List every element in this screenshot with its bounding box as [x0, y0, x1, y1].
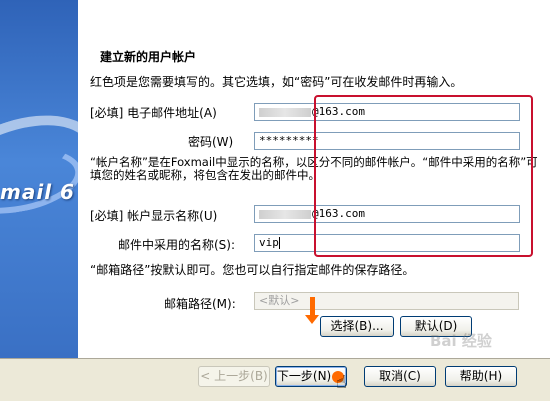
redacted-text [259, 107, 311, 117]
hand-cursor-icon: ☝ [336, 372, 347, 393]
wizard-banner: mail 6 [0, 0, 78, 358]
foxmail-logo-text: mail 6 [0, 180, 75, 204]
email-label: [必填] 电子邮件地址(A) [90, 106, 217, 120]
sender-name-label: 邮件中采用的名称(S): [118, 238, 236, 252]
watermark: Bai 经验 [430, 332, 492, 350]
back-button[interactable]: < 上一步(B) [198, 366, 270, 387]
instruction-text: 红色项是您需要填写的。其它选填，如“密码”可在收发邮件时再输入。 [90, 75, 463, 89]
password-label: 密码(W) [188, 135, 234, 149]
browse-button[interactable]: 选择(B)... [320, 316, 394, 337]
highlight-box [314, 95, 533, 257]
display-name-label: [必填] 帐户显示名称(U) [90, 209, 218, 223]
text-caret [278, 237, 280, 249]
page-title: 建立新的用户帐户 [100, 50, 197, 64]
down-arrow-icon [305, 297, 319, 324]
help-button[interactable]: 帮助(H) [445, 366, 517, 387]
path-description: “邮箱路径”按默认即可。您也可以自行指定邮件的保存路径。 [90, 263, 415, 277]
redacted-text [259, 209, 311, 219]
mailbox-path-field[interactable]: <默认> [254, 292, 519, 310]
mailbox-path-label: 邮箱路径(M): [164, 297, 236, 311]
cancel-button[interactable]: 取消(C) [364, 366, 436, 387]
